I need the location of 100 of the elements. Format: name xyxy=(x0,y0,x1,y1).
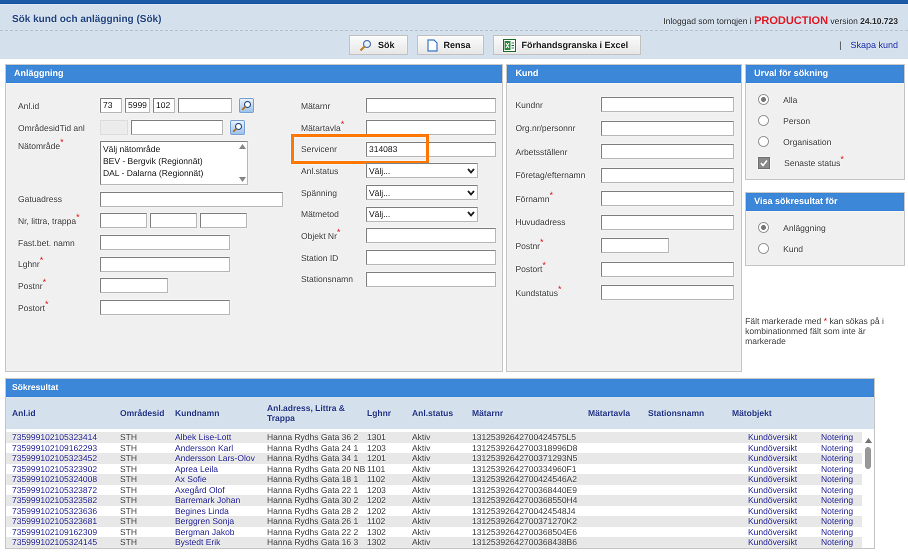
column-header[interactable]: Anl.adress, Littra & Trappa xyxy=(261,397,361,429)
table-link[interactable]: Kundöversikt xyxy=(726,464,815,474)
dropdown[interactable]: Välj... xyxy=(366,163,478,178)
scroll-up-icon[interactable] xyxy=(864,438,872,443)
list-option[interactable]: DAL - Dalarna (Regionnät) xyxy=(103,167,236,180)
toolbar-button[interactable]: Rensa xyxy=(416,35,484,55)
radio-button[interactable] xyxy=(758,243,770,254)
column-header[interactable]: Kundnamn xyxy=(169,397,261,429)
table-link[interactable]: Andersson Karl xyxy=(169,442,261,453)
radio-button[interactable] xyxy=(758,94,770,105)
table-link[interactable]: 735999102105323872 xyxy=(6,484,114,495)
toolbar-button[interactable]: Förhandsgranska i Excel xyxy=(492,35,642,55)
input-field[interactable] xyxy=(601,238,670,254)
table-link[interactable]: Kundöversikt xyxy=(726,442,815,453)
table-link[interactable]: 735999102105323902 xyxy=(6,464,114,474)
table-link[interactable]: Notering xyxy=(815,464,859,474)
radio-button[interactable] xyxy=(758,136,770,147)
input-field[interactable] xyxy=(601,214,734,230)
table-link[interactable]: Bergman Jakob xyxy=(169,526,261,537)
table-link[interactable]: Notering xyxy=(815,432,859,442)
table-link[interactable]: Kundöversikt xyxy=(726,432,815,442)
table-link[interactable]: 735999102105323582 xyxy=(6,495,114,506)
table-link[interactable]: 735999102105323452 xyxy=(6,453,114,464)
column-header[interactable]: Stationsnamn xyxy=(642,397,726,429)
table-link[interactable]: Notering xyxy=(815,506,859,516)
table-link[interactable]: Notering xyxy=(815,442,859,453)
column-header[interactable]: Anl.status xyxy=(406,397,466,429)
column-header[interactable]: Mätarnr xyxy=(466,397,582,429)
table-link[interactable]: Bystedt Erik xyxy=(169,537,261,548)
table-link[interactable]: 735999102105323636 xyxy=(6,506,114,516)
lookup-button[interactable] xyxy=(230,120,245,136)
input-field[interactable] xyxy=(100,278,168,294)
list-box[interactable]: Välj nätområde BEV - Bergvik (Regionnät) DAL - Dalarna (Regionnät) xyxy=(100,141,248,186)
scroll-up-icon[interactable] xyxy=(239,144,246,150)
column-header[interactable]: Anl.id xyxy=(6,397,114,429)
dropdown[interactable]: Välj... xyxy=(366,185,478,200)
input-field[interactable] xyxy=(100,192,283,207)
table-link[interactable]: Notering xyxy=(815,484,859,495)
input-field[interactable] xyxy=(601,144,734,160)
table-link[interactable]: Albek Lise-Lott xyxy=(169,432,261,442)
input-field[interactable] xyxy=(366,250,496,266)
table-link[interactable]: Kundöversikt xyxy=(726,516,815,526)
input-field[interactable] xyxy=(100,213,147,228)
table-link[interactable]: Barremark Johan xyxy=(169,495,261,506)
table-link[interactable]: 735999102105324145 xyxy=(6,537,114,548)
input-field[interactable] xyxy=(601,97,734,112)
input-field[interactable] xyxy=(100,256,230,272)
table-link[interactable]: Begines Linda xyxy=(169,506,261,516)
checkbox[interactable] xyxy=(758,156,770,168)
table-link[interactable]: Kundöversikt xyxy=(726,453,815,464)
table-link[interactable]: Notering xyxy=(815,495,859,506)
table-link[interactable]: 735999102109162293 xyxy=(6,442,114,453)
scroll-down-icon[interactable] xyxy=(239,177,246,182)
input-field[interactable] xyxy=(131,120,223,136)
table-link[interactable]: 735999102105323681 xyxy=(6,516,114,526)
input-field[interactable] xyxy=(100,300,230,316)
column-header[interactable]: Områdesid xyxy=(114,397,169,429)
lookup-button[interactable] xyxy=(239,98,254,114)
table-link[interactable]: 735999102105324008 xyxy=(6,474,114,484)
table-link[interactable]: 735999102105323414 xyxy=(6,432,114,442)
input-field[interactable] xyxy=(178,98,232,114)
table-link[interactable]: 735999102109162309 xyxy=(6,526,114,537)
input-field[interactable]: 314083 xyxy=(366,142,496,157)
table-link[interactable]: Kundöversikt xyxy=(726,495,815,506)
table-link[interactable]: Andersson Lars-Olov xyxy=(169,453,261,464)
input-field[interactable] xyxy=(366,228,496,244)
input-field[interactable] xyxy=(366,98,496,114)
input-field[interactable]: 73 xyxy=(100,98,122,114)
input-field[interactable] xyxy=(366,120,496,136)
input-field[interactable] xyxy=(150,213,197,228)
input-field[interactable] xyxy=(601,285,734,300)
table-link[interactable]: Kundöversikt xyxy=(726,537,815,548)
table-link[interactable]: Kundöversikt xyxy=(726,474,815,484)
toolbar-button[interactable]: Sök xyxy=(349,35,408,55)
column-header[interactable]: Mätobjekt xyxy=(726,397,815,429)
list-option[interactable]: Välj nätområde xyxy=(103,143,236,156)
table-link[interactable]: Ax Sofie xyxy=(169,474,261,484)
table-link[interactable]: Kundöversikt xyxy=(726,506,815,516)
table-link[interactable]: Axegård Olof xyxy=(169,484,261,495)
radio-button[interactable] xyxy=(758,222,770,233)
table-link[interactable]: Kundöversikt xyxy=(726,526,815,537)
table-link[interactable]: Berggren Sonja xyxy=(169,516,261,526)
input-field[interactable] xyxy=(601,168,734,183)
table-link[interactable]: Kundöversikt xyxy=(726,484,815,495)
table-link[interactable]: Notering xyxy=(815,526,859,537)
column-header[interactable]: Mätartavla xyxy=(582,397,642,429)
input-field[interactable] xyxy=(601,191,734,206)
dropdown[interactable]: Välj... xyxy=(366,206,478,222)
input-field[interactable] xyxy=(601,262,734,277)
list-option[interactable]: BEV - Bergvik (Regionnät) xyxy=(103,155,236,168)
scrollbar-thumb[interactable] xyxy=(865,447,871,469)
input-field[interactable]: 102 xyxy=(153,98,175,114)
input-field[interactable] xyxy=(366,272,496,287)
input-field[interactable]: 5999 xyxy=(125,98,150,114)
table-link[interactable]: Aprea Leila xyxy=(169,464,261,474)
input-field[interactable] xyxy=(601,120,734,136)
input-field[interactable] xyxy=(200,213,247,228)
table-link[interactable]: Notering xyxy=(815,474,859,484)
table-link[interactable]: Notering xyxy=(815,516,859,526)
table-link[interactable]: Notering xyxy=(815,537,859,548)
